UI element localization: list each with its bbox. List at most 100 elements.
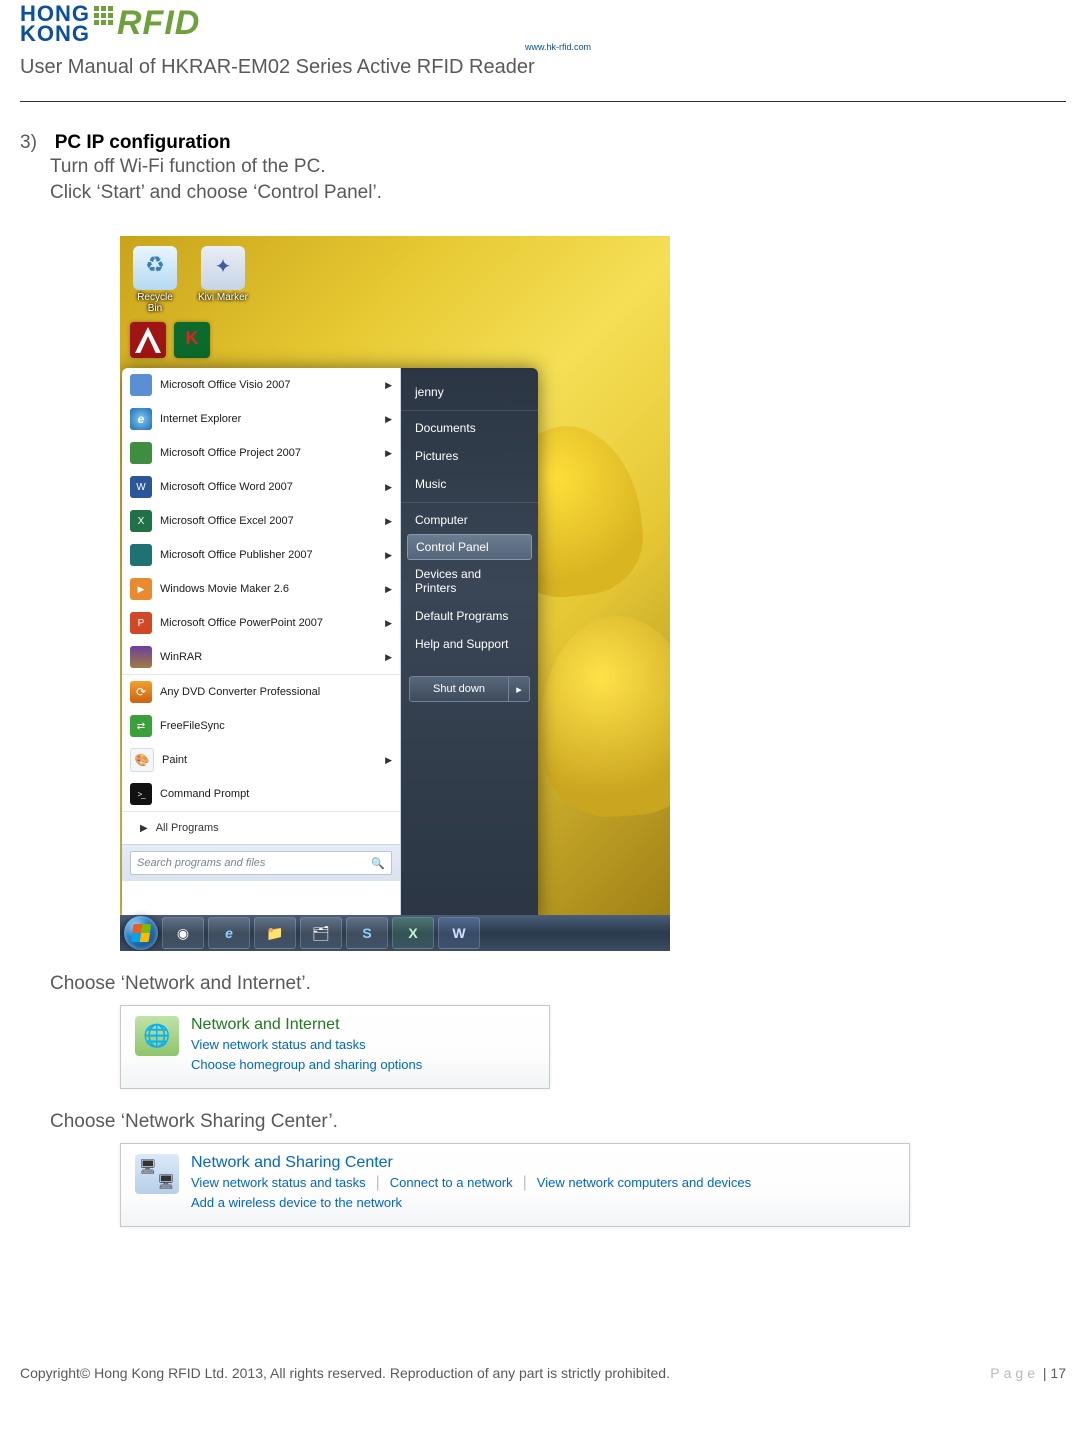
network-sharing-center-icon (135, 1154, 179, 1194)
section-title: PC IP configuration (55, 132, 231, 153)
taskbar-excel-icon[interactable] (392, 917, 434, 949)
start-program-label: Microsoft Office Visio 2007 (160, 379, 290, 391)
desktop-recycle-bin[interactable]: Recycle Bin (130, 246, 180, 314)
submenu-arrow-icon: ▶ (385, 448, 392, 459)
taskbar-skype-icon[interactable] (346, 917, 388, 949)
kivi-marker-label: Kivi Marker (198, 292, 248, 303)
start-program-item[interactable]: Microsoft Office Publisher 2007▶ (122, 538, 400, 572)
submenu-arrow-icon: ▶ (385, 584, 392, 595)
start-search-area: Search programs and files 🔍 (122, 844, 400, 881)
network-internet-icon (135, 1016, 179, 1056)
start-user-name[interactable]: jenny (401, 378, 538, 406)
network-internet-sub2[interactable]: Choose homegroup and sharing options (191, 1056, 422, 1074)
start-orb-button[interactable] (124, 916, 158, 950)
recycle-bin-label: Recycle Bin (130, 292, 180, 314)
network-internet-sub1[interactable]: View network status and tasks (191, 1036, 422, 1054)
start-program-label: Microsoft Office Word 2007 (160, 481, 293, 493)
start-all-programs[interactable]: ▶ All Programs (122, 811, 400, 844)
screenshot-start-menu: Recycle Bin Kivi Marker Microsoft Office… (120, 236, 670, 951)
start-program-label: Microsoft Office Project 2007 (160, 447, 301, 459)
start-right-control-panel[interactable]: Control Panel (407, 534, 532, 560)
start-program-item[interactable]: Paint▶ (122, 743, 400, 777)
start-program-label: Any DVD Converter Professional (160, 686, 320, 698)
start-program-label: Microsoft Office Publisher 2007 (160, 549, 313, 561)
page-label: Page (990, 1365, 1039, 1381)
submenu-arrow-icon: ▶ (385, 652, 392, 663)
shutdown-options-button[interactable]: ▸ (509, 676, 530, 702)
logo-line-2: KONG (20, 24, 90, 44)
nsc-link-3[interactable]: View network computers and devices (537, 1174, 751, 1192)
start-program-item[interactable]: Any DVD Converter Professional (122, 674, 400, 709)
submenu-arrow-icon: ▶ (385, 482, 392, 493)
desktop-kivi-marker[interactable]: Kivi Marker (198, 246, 248, 314)
ffs-icon (130, 715, 152, 737)
visio-icon (130, 374, 152, 396)
search-icon: 🔍 (371, 857, 385, 870)
page-number: 17 (1050, 1365, 1066, 1381)
start-search-input[interactable]: Search programs and files 🔍 (130, 851, 392, 875)
copyright-text: Copyright© Hong Kong RFID Ltd. 2013, All… (20, 1365, 670, 1381)
taskbar-word-icon[interactable] (438, 917, 480, 949)
logo-dots-icon (94, 6, 113, 25)
screenshot-network-sharing-center: Network and Sharing Center View network … (120, 1143, 910, 1227)
all-programs-label: All Programs (156, 822, 219, 834)
section-number: 3) (20, 132, 37, 153)
start-menu-left-pane: Microsoft Office Visio 2007▶Internet Exp… (122, 368, 401, 922)
start-program-item[interactable]: Windows Movie Maker 2.6▶ (122, 572, 400, 606)
shutdown-button[interactable]: Shut down (409, 676, 509, 702)
start-right-documents[interactable]: Documents (401, 410, 538, 442)
submenu-arrow-icon: ▶ (385, 618, 392, 629)
dvd-icon (130, 681, 152, 703)
rar-icon (130, 646, 152, 668)
taskbar-ie-icon[interactable] (208, 917, 250, 949)
pinned-adobe-icon[interactable] (130, 322, 166, 358)
network-internet-title[interactable]: Network and Internet (191, 1016, 422, 1034)
start-program-item[interactable]: Microsoft Office Project 2007 ▶ (122, 436, 400, 470)
brand-logo: HONG KONG RFID (20, 0, 1066, 44)
start-program-label: FreeFileSync (160, 720, 225, 732)
start-program-item[interactable]: FreeFileSync (122, 709, 400, 743)
page-sep: | (1039, 1365, 1050, 1381)
start-right-devices-printers[interactable]: Devices and Printers (401, 560, 538, 602)
network-sharing-center-title[interactable]: Network and Sharing Center (191, 1154, 751, 1172)
nsc-link-2[interactable]: Connect to a network (390, 1174, 513, 1192)
start-program-item[interactable]: Microsoft Office Visio 2007▶ (122, 368, 400, 402)
nsc-link-4[interactable]: Add a wireless device to the network (191, 1194, 751, 1212)
kivi-marker-icon (201, 246, 245, 290)
logo-rfid: RFID (117, 6, 200, 40)
nsc-link-1[interactable]: View network status and tasks (191, 1174, 366, 1192)
taskbar-chrome-icon[interactable] (162, 917, 204, 949)
pinned-kaspersky-icon[interactable] (174, 322, 210, 358)
taskbar (120, 915, 670, 951)
section-line-1: Turn off Wi-Fi function of the PC. (50, 154, 1066, 180)
start-program-item[interactable]: WinRAR ▶ (122, 640, 400, 674)
start-right-default-programs[interactable]: Default Programs (401, 602, 538, 630)
start-program-label: WinRAR (160, 651, 202, 663)
start-program-item[interactable]: Microsoft Office Excel 2007▶ (122, 504, 400, 538)
taskbar-explorer-icon[interactable] (254, 917, 296, 949)
ppt-icon (130, 612, 152, 634)
start-search-placeholder: Search programs and files (137, 857, 265, 869)
submenu-arrow-icon: ▶ (385, 755, 392, 766)
start-program-label: Command Prompt (160, 788, 249, 800)
doc-title: User Manual of HKRAR-EM02 Series Active … (20, 56, 1066, 79)
step-3-text: Choose ‘Network Sharing Center’. (50, 1109, 1066, 1135)
recycle-bin-icon (133, 246, 177, 290)
taskbar-folder-icon[interactable] (300, 917, 342, 949)
start-program-item[interactable]: Microsoft Office Word 2007 ▶ (122, 470, 400, 504)
start-right-computer[interactable]: Computer (401, 502, 538, 534)
start-program-item[interactable]: Microsoft Office PowerPoint 2007 ▶ (122, 606, 400, 640)
start-right-music[interactable]: Music (401, 470, 538, 498)
start-program-label: Microsoft Office PowerPoint 2007 (160, 617, 323, 629)
start-program-item[interactable]: Internet Explorer▶ (122, 402, 400, 436)
logo-url: www.hk-rfid.com (50, 42, 1066, 52)
start-right-help-support[interactable]: Help and Support (401, 630, 538, 658)
submenu-arrow-icon: ▶ (385, 516, 392, 527)
logo-hk-block: HONG KONG (20, 4, 90, 44)
wallpaper-tulip-icon (533, 611, 670, 822)
mm-icon (130, 578, 152, 600)
submenu-arrow-icon: ▶ (385, 414, 392, 425)
start-right-pictures[interactable]: Pictures (401, 442, 538, 470)
start-program-item[interactable]: Command Prompt (122, 777, 400, 811)
cmd-icon (130, 783, 152, 805)
